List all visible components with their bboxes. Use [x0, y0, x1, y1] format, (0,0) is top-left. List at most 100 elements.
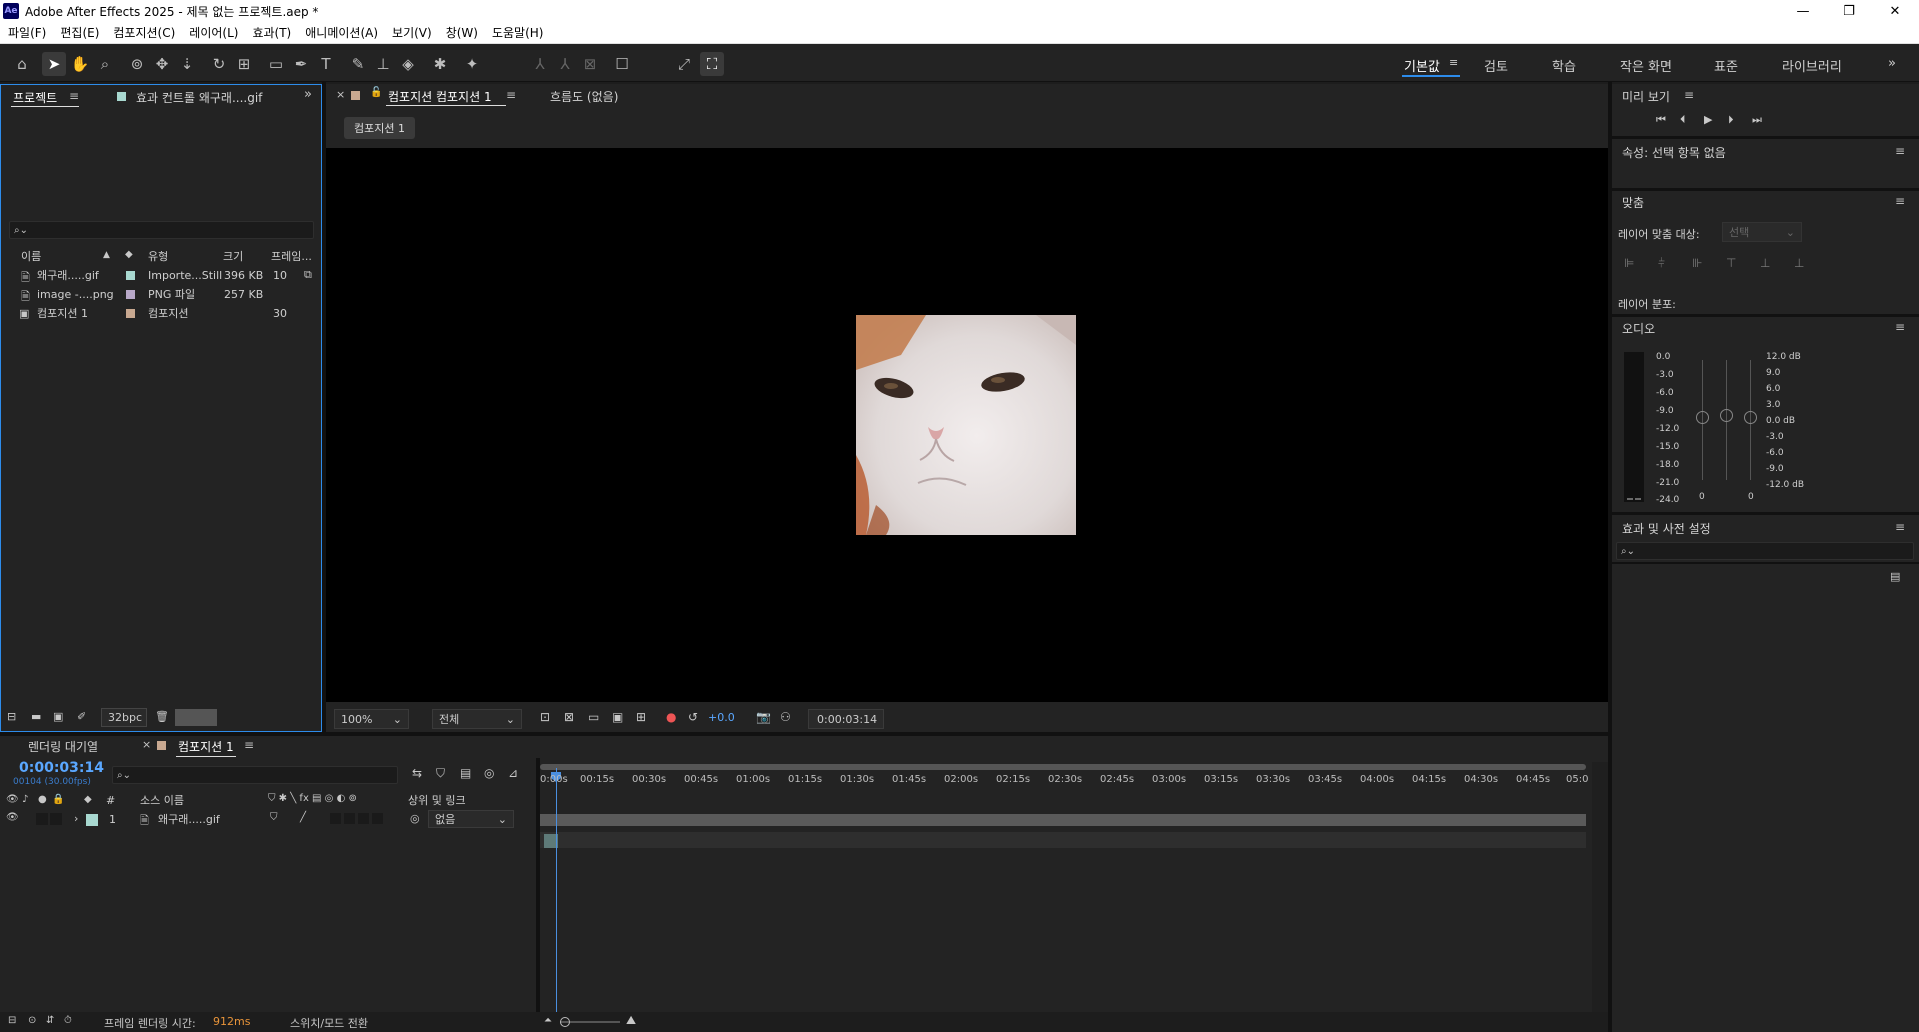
sort-ascending-icon[interactable]: ▲ — [103, 250, 110, 260]
workspace-libraries[interactable]: 라이브러리 — [1782, 56, 1842, 75]
col-parent-link[interactable]: 상위 및 링크 — [408, 791, 466, 809]
in-out-icon[interactable]: ⇵ — [46, 1015, 54, 1026]
timeline-graph-area[interactable] — [540, 762, 1590, 1024]
snap-edges-icon[interactable]: ⤢ — [672, 52, 696, 76]
graph-editor-icon[interactable]: ⊿ — [508, 766, 518, 780]
grid-guides-icon[interactable]: ⊞ — [636, 710, 646, 724]
menu-edit[interactable]: 편집(E) — [60, 24, 99, 41]
frame-blending-icon[interactable]: ▤ — [460, 766, 471, 780]
flowchart-icon[interactable]: ⧉ — [304, 268, 312, 282]
volume-slider-right[interactable] — [1744, 411, 1757, 424]
timeline-search-input[interactable]: ⌕⌄ — [112, 766, 398, 784]
workspace-default[interactable]: 기본값 — [1404, 56, 1440, 75]
timeline-menu-icon[interactable]: ≡ — [244, 738, 254, 752]
align-top-icon[interactable]: ⊤ — [1726, 256, 1736, 270]
col-name[interactable]: 이름 — [21, 247, 41, 265]
snap-features-icon[interactable]: ⛶ — [700, 52, 724, 76]
workspace-learn[interactable]: 학습 — [1552, 56, 1576, 75]
trash-icon[interactable]: 🗑 — [155, 710, 169, 723]
zoom-in-icon[interactable]: ⛰ — [626, 1013, 636, 1028]
pick-whip-icon[interactable]: ◎ — [410, 812, 420, 825]
rectangle-tool-icon[interactable]: ▭ — [264, 52, 288, 76]
next-frame-icon[interactable]: ⏵ — [1728, 113, 1734, 127]
minimize-icon[interactable]: — — [1780, 0, 1826, 22]
more-workspaces-icon[interactable]: » — [1888, 56, 1896, 71]
new-item-icon[interactable]: ▤ — [1890, 570, 1900, 583]
motion-blur-icon[interactable]: ◎ — [484, 766, 494, 780]
pan-camera-icon[interactable]: ✥ — [150, 52, 174, 76]
play-icon[interactable]: ▶ — [1704, 113, 1712, 126]
tab-flowchart[interactable]: 흐름도 (없음) — [550, 88, 618, 105]
preview-menu-icon[interactable]: ≡ — [1684, 88, 1694, 102]
align-right-icon[interactable]: ⊪ — [1692, 256, 1702, 270]
audio-switch-icon[interactable]: ♪ — [22, 794, 28, 805]
align-bottom-icon[interactable]: ⊥ — [1794, 256, 1804, 270]
puppet-pin-tool-icon[interactable]: ✦ — [460, 52, 484, 76]
eye-icon[interactable]: 👁 — [6, 812, 19, 823]
adjust-project-settings-icon[interactable]: ✐ — [77, 710, 86, 723]
thumbnail-slider[interactable] — [175, 709, 217, 726]
anchor-point-tool-icon[interactable]: ⊞ — [232, 52, 256, 76]
bpc-button[interactable]: 32bpc — [101, 708, 147, 727]
col-source-name[interactable]: 소스 이름 — [140, 791, 184, 809]
timeline-scrollbar[interactable] — [1592, 762, 1608, 1024]
snap-checkbox-icon[interactable]: ☐ — [614, 52, 630, 76]
switch-box[interactable] — [372, 813, 383, 824]
zoom-out-icon[interactable]: ⏶ — [544, 1015, 552, 1026]
workspace-standard[interactable]: 표준 — [1714, 56, 1738, 75]
col-size[interactable]: 크기 — [223, 247, 243, 265]
splitter[interactable] — [322, 82, 326, 732]
close-tab-icon[interactable]: × — [142, 738, 151, 751]
restore-icon[interactable]: ❐ — [1826, 0, 1872, 22]
transparency-grid-icon[interactable]: ⊠ — [564, 710, 574, 724]
close-tab-icon[interactable]: × — [336, 88, 345, 101]
effects-menu-icon[interactable]: ≡ — [1895, 520, 1905, 534]
pen-tool-icon[interactable]: ✒ — [289, 52, 313, 76]
comp-breadcrumb[interactable]: 컴포지션 1 — [344, 117, 415, 139]
work-area-bar[interactable] — [540, 764, 1586, 770]
eraser-tool-icon[interactable]: ◈ — [396, 52, 420, 76]
workspace-review[interactable]: 검토 — [1484, 56, 1508, 75]
workspace-menu-icon[interactable]: ≡ — [1449, 56, 1458, 69]
volume-slider-left[interactable] — [1696, 411, 1709, 424]
reset-exposure-icon[interactable]: ↺ — [688, 710, 698, 724]
volume-slider-master[interactable] — [1720, 409, 1733, 422]
lock-icon[interactable]: 🔓 — [370, 87, 382, 98]
switch-box[interactable] — [358, 813, 369, 824]
menu-animation[interactable]: 애니메이션(A) — [305, 24, 378, 41]
type-tool-icon[interactable]: T — [314, 52, 338, 76]
clone-stamp-tool-icon[interactable]: ⊥ — [371, 52, 395, 76]
comp-canvas[interactable] — [326, 148, 1608, 702]
label-column-icon[interactable]: ◆ — [125, 249, 133, 260]
menu-view[interactable]: 보기(V) — [392, 24, 432, 41]
tab-timeline-comp[interactable]: 컴포지션 1 — [178, 738, 234, 755]
transfer-controls-icon[interactable]: ⊙ — [28, 1015, 36, 1026]
home-icon[interactable]: ⌂ — [10, 52, 34, 76]
previous-frame-icon[interactable]: ⏴ — [1680, 113, 1686, 127]
effects-search-input[interactable]: ⌕⌄ — [1616, 542, 1914, 560]
align-left-icon[interactable]: ⊫ — [1624, 256, 1634, 270]
align-menu-icon[interactable]: ≡ — [1895, 194, 1905, 208]
new-composition-icon[interactable]: ▣ — [53, 710, 63, 723]
close-icon[interactable]: ✕ — [1872, 0, 1918, 22]
work-area-range[interactable] — [540, 814, 1586, 826]
layer-switches-icon[interactable]: ⊟ — [8, 1015, 16, 1026]
zoom-dropdown[interactable]: 100% ⌄ — [334, 709, 409, 729]
audio-menu-icon[interactable]: ≡ — [1895, 320, 1905, 334]
splitter[interactable] — [1608, 82, 1612, 1032]
world-axis-icon[interactable]: ⅄ — [553, 52, 577, 76]
lock-switch-icon[interactable]: 🔒 — [52, 794, 64, 805]
current-time[interactable]: 0:00:03:14 — [19, 760, 104, 776]
switch-box[interactable] — [344, 813, 355, 824]
project-menu-icon[interactable]: ≡ — [69, 89, 79, 103]
workspace-small-screen[interactable]: 작은 화면 — [1620, 56, 1672, 75]
fast-previews-icon[interactable]: ⊡ — [540, 710, 550, 724]
first-frame-icon[interactable]: ⏮ — [1656, 113, 1666, 127]
align-horizontal-center-icon[interactable]: ⫩ — [1658, 256, 1665, 271]
menu-help[interactable]: 도움말(H) — [492, 24, 544, 41]
panel-overflow-icon[interactable]: » — [304, 87, 312, 102]
current-time-display[interactable]: 0:00:03:14 — [808, 709, 884, 729]
align-vertical-center-icon[interactable]: ⊥ — [1760, 256, 1770, 270]
exposure-value[interactable]: +0.0 — [708, 711, 735, 724]
mask-visibility-icon[interactable]: ▭ — [588, 710, 599, 724]
